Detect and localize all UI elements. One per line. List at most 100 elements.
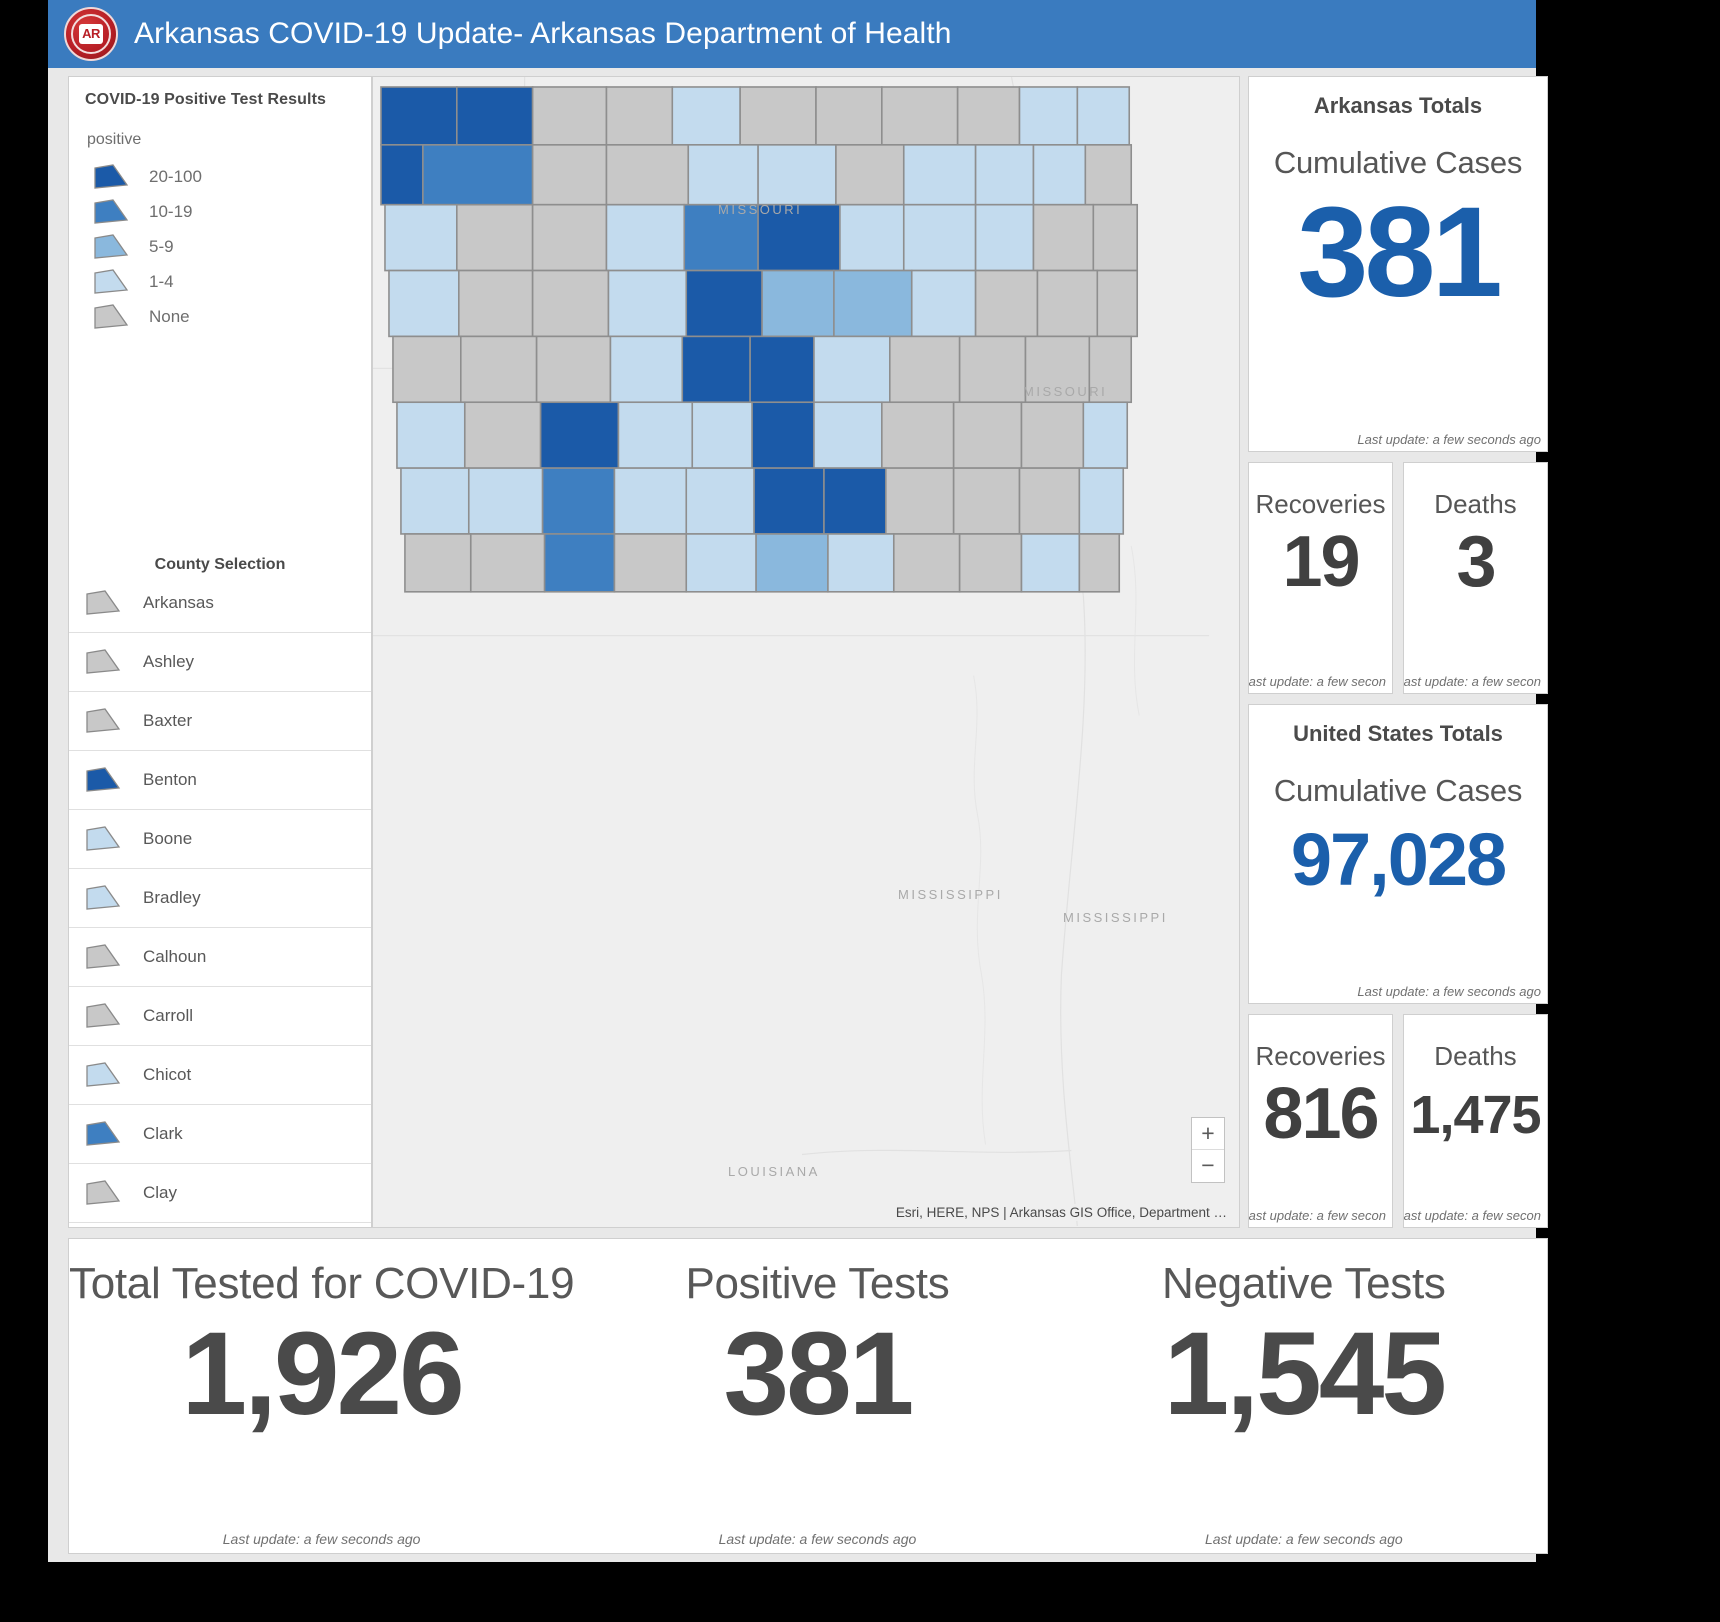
map-canvas[interactable] [373, 77, 1239, 1227]
county-name: Clay [143, 1183, 178, 1202]
last-update-stamp: Last update: a few seconds ago [718, 1531, 917, 1547]
county-swatch-icon [85, 648, 121, 676]
negative-tests-stat: Negative Tests 1,545 Last update: a few … [1061, 1239, 1547, 1553]
us-deaths-label: Deaths [1434, 1041, 1517, 1071]
map-state-label: MISSOURI [1023, 384, 1108, 399]
county-name: Clark [143, 1124, 183, 1143]
arkansas-recoveries-card: Recoveries 19 Last update: a few secon [1248, 462, 1393, 694]
map-attribution[interactable]: Esri, HERE, NPS | Arkansas GIS Office, D… [891, 1204, 1231, 1221]
zoom-out-button[interactable]: − [1192, 1150, 1224, 1182]
last-update-stamp: Last update: a few seconds ago [1357, 432, 1541, 447]
legend-item-label: 20-100 [149, 166, 202, 186]
choropleth-map[interactable]: MISSOURI MISSOURI MISSISSIPPI MISSISSIPP… [372, 76, 1240, 1228]
county-list-item[interactable]: Benton [69, 751, 371, 810]
totals-column: Arkansas Totals Cumulative Cases 381 Las… [1248, 76, 1548, 1228]
us-recoveries-label: Recoveries [1255, 1041, 1386, 1071]
county-name: Calhoun [143, 947, 207, 966]
county-name: Benton [143, 770, 197, 789]
legend-swatch-icon [93, 163, 129, 191]
arkansas-recoveries-value: 19 [1282, 522, 1360, 602]
positive-tests-value: 381 [723, 1308, 914, 1440]
negative-tests-label: Negative Tests [1162, 1259, 1446, 1308]
map-legend: COVID-19 Positive Test Results positive … [69, 77, 371, 334]
page-title: Arkansas COVID-19 Update- Arkansas Depar… [134, 17, 952, 50]
positive-tests-stat: Positive Tests 381 Last update: a few se… [574, 1239, 1060, 1553]
county-list-item[interactable]: Arkansas [69, 574, 371, 633]
total-tested-stat: Total Tested for COVID-19 1,926 Last upd… [69, 1239, 575, 1553]
county-list-item[interactable]: Bradley [69, 869, 371, 928]
us-cumulative-label: Cumulative Cases [1273, 773, 1523, 808]
us-secondary-cards: Recoveries 816 Last update: a few secon … [1248, 1014, 1548, 1228]
last-update-stamp: Last update: a few seconds ago [1357, 984, 1541, 999]
arkansas-deaths-value: 3 [1456, 522, 1496, 602]
county-swatch-icon [85, 1120, 121, 1148]
county-swatch-icon [85, 943, 121, 971]
map-state-label: MISSISSIPPI [898, 887, 1003, 902]
screenshot-root: AR Arkansas COVID-19 Update- Arkansas De… [0, 0, 1720, 1622]
dashboard-app: AR Arkansas COVID-19 Update- Arkansas De… [48, 0, 1548, 1562]
county-list-item[interactable]: Carroll [69, 987, 371, 1046]
last-update-stamp: Last update: a few seconds ago [1204, 1531, 1403, 1547]
county-name: Baxter [143, 711, 193, 730]
positive-tests-label: Positive Tests [685, 1259, 950, 1308]
county-name: Ashley [143, 652, 195, 671]
arkansas-recoveries-label: Recoveries [1255, 489, 1386, 519]
county-name: Boone [143, 829, 193, 848]
county-swatch-icon [85, 825, 121, 853]
total-tested-label: Total Tested for COVID-19 [69, 1259, 575, 1308]
county-list-item[interactable]: Clay [69, 1164, 371, 1223]
arkansas-secondary-cards: Recoveries 19 Last update: a few secon D… [1248, 462, 1548, 694]
arkansas-deaths-label: Deaths [1434, 489, 1517, 519]
dashboard-body: COVID-19 Positive Test Results positive … [48, 68, 1548, 1562]
legend-item: 1-4 [85, 264, 355, 299]
legend-item-label: 1-4 [149, 271, 174, 291]
last-update-stamp: Last update: a few secon [1248, 674, 1386, 689]
legend-item: 20-100 [85, 159, 355, 194]
legend-item: None [85, 299, 355, 334]
legend-item-label: 10-19 [149, 201, 193, 221]
negative-tests-value: 1,545 [1163, 1308, 1447, 1440]
county-swatch-icon [85, 589, 121, 617]
county-swatch-icon [85, 884, 121, 912]
testing-summary-panel: Total Tested for COVID-19 1,926 Last upd… [68, 1238, 1548, 1554]
seal-badge-label: AR [79, 24, 103, 44]
legend-swatch-icon [93, 198, 129, 226]
arkansas-cumulative-label: Cumulative Cases [1273, 145, 1523, 180]
county-swatch-icon [85, 1179, 121, 1207]
us-recoveries-card: Recoveries 816 Last update: a few secon [1248, 1014, 1393, 1228]
legend-swatch-icon [93, 233, 129, 261]
arkansas-cumulative-value: 381 [1297, 181, 1503, 324]
legend-item: 10-19 [85, 194, 355, 229]
county-list-item[interactable]: Boone [69, 810, 371, 869]
last-update-stamp: Last update: a few secon [1403, 1208, 1541, 1223]
arkansas-totals-card: Arkansas Totals Cumulative Cases 381 Las… [1248, 76, 1548, 452]
county-list-item[interactable]: Baxter [69, 692, 371, 751]
county-list-item[interactable]: Calhoun [69, 928, 371, 987]
county-list-item[interactable]: Ashley [69, 633, 371, 692]
county-swatch-icon [85, 1002, 121, 1030]
county-swatch-icon [85, 707, 121, 735]
county-swatch-icon [85, 766, 121, 794]
county-list-item[interactable]: Clark [69, 1105, 371, 1164]
us-deaths-card: Deaths 1,475 Last update: a few secon [1403, 1014, 1548, 1228]
map-state-label: MISSOURI [718, 202, 803, 217]
app-header: AR Arkansas COVID-19 Update- Arkansas De… [48, 0, 1536, 68]
county-name: Chicot [143, 1065, 192, 1084]
county-selection-list[interactable]: Arkansas Ashley Baxter Benton Boone Brad… [69, 574, 371, 1227]
county-list-item[interactable]: Chicot [69, 1046, 371, 1105]
us-cumulative-value: 97,028 [1290, 818, 1507, 901]
arkansas-health-seal-icon: AR [64, 7, 118, 61]
county-name: Bradley [143, 888, 201, 907]
county-selection-title: County Selection [154, 556, 286, 573]
zoom-in-button[interactable]: + [1192, 1118, 1224, 1150]
map-zoom-controls[interactable]: + − [1191, 1117, 1225, 1183]
legend-and-county-panel: COVID-19 Positive Test Results positive … [68, 76, 372, 1228]
us-totals-card: United States Totals Cumulative Cases 97… [1248, 704, 1548, 1004]
us-deaths-value: 1,475 [1410, 1085, 1541, 1145]
map-state-label: MISSISSIPPI [1063, 910, 1168, 925]
legend-swatch-icon [93, 268, 129, 296]
last-update-stamp: Last update: a few secon [1403, 674, 1541, 689]
county-name: Arkansas [143, 593, 214, 612]
legend-field-label: positive [87, 131, 142, 148]
legend-item-label: 5-9 [149, 236, 174, 256]
